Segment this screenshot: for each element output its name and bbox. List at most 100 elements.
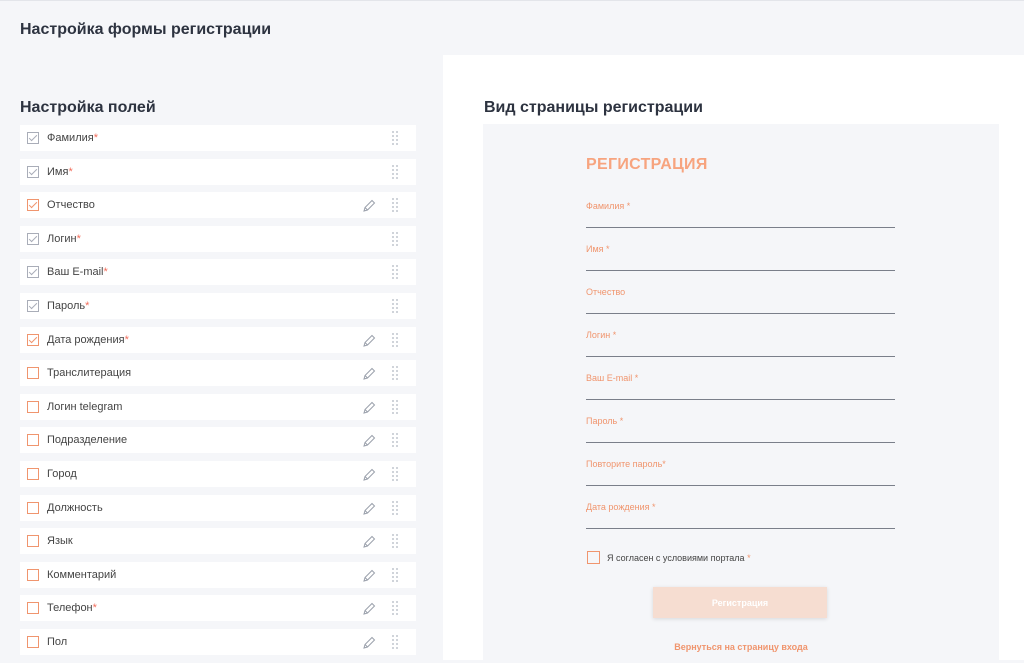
back-to-login-link[interactable]: Вернуться на страницу входа (483, 642, 999, 652)
pencil-icon[interactable] (361, 333, 377, 349)
pencil-icon[interactable] (361, 198, 377, 214)
drag-handle-icon[interactable] (391, 264, 399, 280)
preview-field-label: Дата рождения * (586, 502, 656, 512)
field-checkbox[interactable] (27, 501, 39, 514)
preview-input-field[interactable]: Пароль * (586, 416, 895, 443)
pencil-icon[interactable] (361, 635, 377, 651)
required-mark: * (103, 266, 108, 279)
preview-field-label: Логин * (586, 330, 617, 340)
field-checkbox[interactable] (27, 333, 39, 346)
drag-handle-icon[interactable] (391, 197, 399, 213)
drag-handle-icon[interactable] (391, 634, 399, 650)
field-label: Дата рождения (47, 333, 125, 346)
agree-checkbox[interactable] (587, 551, 600, 564)
field-checkbox[interactable] (27, 635, 39, 648)
registration-form-title: РЕГИСТРАЦИЯ (586, 156, 708, 173)
field-checkbox[interactable] (27, 367, 39, 380)
field-row: Комментарий (20, 561, 416, 588)
required-mark: * (85, 299, 90, 312)
pencil-icon[interactable] (361, 433, 377, 449)
field-row: Логин * (20, 225, 416, 252)
field-checkbox (27, 165, 39, 178)
drag-handle-icon[interactable] (391, 600, 399, 616)
pencil-icon[interactable] (361, 568, 377, 584)
field-label: Пол (47, 635, 68, 648)
page-title: Настройка формы регистрации (20, 21, 272, 38)
fields-list: Фамилия * Имя * Отчество Логин * Ваш E-mail * Пар… (20, 125, 416, 663)
register-button[interactable]: Регистрация (653, 587, 827, 618)
field-checkbox[interactable] (27, 434, 39, 447)
required-mark: * (68, 165, 73, 178)
preview-input-field[interactable]: Отчество (586, 287, 895, 314)
required-mark: * (124, 333, 129, 346)
drag-handle-icon[interactable] (391, 567, 399, 583)
field-label: Логин telegram (47, 400, 123, 413)
preview-input-field[interactable]: Имя * (586, 244, 895, 271)
field-label: Город (47, 467, 77, 480)
field-checkbox[interactable] (27, 400, 39, 413)
drag-handle-icon[interactable] (391, 164, 399, 180)
pencil-icon[interactable] (361, 501, 377, 517)
pencil-icon[interactable] (361, 534, 377, 550)
field-row: Транслитерация (20, 360, 416, 387)
fields-section-title: Настройка полей (20, 99, 156, 116)
preview-input-field[interactable]: Фамилия * (586, 201, 895, 228)
field-label: Фамилия (47, 132, 94, 144)
preview-field-label: Отчество (586, 287, 626, 297)
drag-handle-icon[interactable] (391, 298, 399, 314)
field-label: Телефон (47, 602, 93, 615)
drag-handle-icon[interactable] (391, 533, 399, 549)
field-label: Транслитерация (47, 367, 132, 380)
preview-field-label: Фамилия * (586, 201, 631, 211)
field-checkbox[interactable] (27, 199, 39, 212)
field-label: Комментарий (47, 568, 117, 581)
pencil-icon[interactable] (361, 467, 377, 483)
field-checkbox[interactable] (27, 602, 39, 615)
agree-text: Я согласен с условиями портала (607, 553, 745, 563)
field-label: Язык (47, 535, 73, 548)
drag-handle-icon[interactable] (391, 332, 399, 348)
drag-handle-icon[interactable] (391, 500, 399, 516)
field-row: Пол (20, 628, 416, 655)
required-mark: * (76, 232, 81, 245)
field-label: Ваш E-mail (47, 266, 104, 279)
field-checkbox (27, 232, 39, 245)
agree-label: Я согласен с условиями портала * (607, 553, 751, 563)
field-checkbox[interactable] (27, 568, 39, 581)
drag-handle-icon[interactable] (391, 399, 399, 415)
pencil-icon[interactable] (361, 366, 377, 382)
field-row: Логин telegram (20, 393, 416, 420)
preview-panel: Вид страницы регистрации РЕГИСТРАЦИЯ Фам… (443, 55, 1024, 660)
field-checkbox[interactable] (27, 467, 39, 480)
preview-input-field[interactable]: Ваш E-mail * (586, 373, 895, 400)
field-row: Телефон * (20, 595, 416, 622)
field-label: Имя (47, 165, 69, 178)
preview-input-field[interactable]: Логин * (586, 330, 895, 357)
required-mark: * (93, 132, 98, 144)
drag-handle-icon[interactable] (391, 466, 399, 482)
drag-handle-icon[interactable] (391, 432, 399, 448)
agree-required-mark: * (747, 553, 751, 563)
preview-input-field[interactable]: Повторите пароль* (586, 459, 895, 486)
field-row: Язык (20, 528, 416, 555)
preview-field-label: Пароль * (586, 416, 624, 426)
field-row: Имя * (20, 158, 416, 185)
drag-handle-icon[interactable] (391, 130, 399, 146)
top-divider (0, 0, 1024, 1)
pencil-icon[interactable] (361, 400, 377, 416)
preview-section-title: Вид страницы регистрации (484, 99, 703, 116)
registration-preview: РЕГИСТРАЦИЯ Фамилия * Имя * Отчество Логин … (483, 124, 999, 660)
field-label: Пароль (47, 299, 86, 312)
pencil-icon[interactable] (361, 601, 377, 617)
field-checkbox (27, 299, 39, 312)
drag-handle-icon[interactable] (391, 365, 399, 381)
field-checkbox (27, 132, 39, 144)
preview-input-field[interactable]: Дата рождения * (586, 502, 895, 529)
field-checkbox[interactable] (27, 535, 39, 548)
field-row: Ваш E-mail * (20, 259, 416, 286)
preview-field-label: Ваш E-mail * (586, 373, 639, 383)
field-row: Фамилия * (20, 125, 416, 151)
field-row: Дата рождения * (20, 326, 416, 353)
drag-handle-icon[interactable] (391, 231, 399, 247)
field-label: Логин (47, 232, 77, 245)
